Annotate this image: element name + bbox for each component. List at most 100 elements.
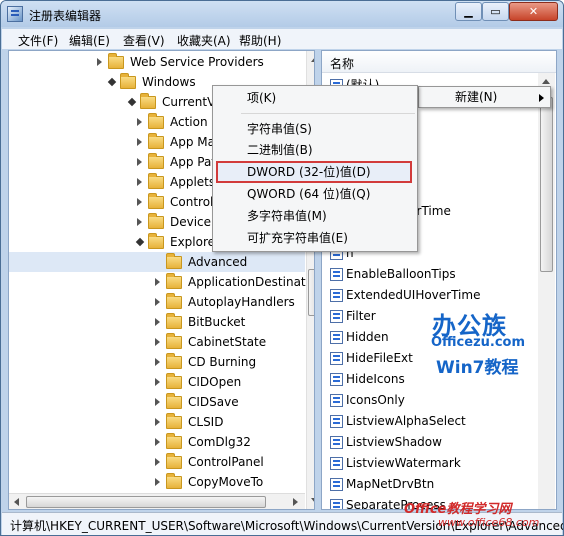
tree-node-label: Web Service Providers <box>130 55 264 69</box>
minimize-button[interactable]: ▁ <box>455 2 482 21</box>
collapse-icon[interactable] <box>107 77 117 87</box>
new-qword-item[interactable]: QWORD (64 位)值(Q) <box>247 184 370 204</box>
new-string-item[interactable]: 字符串值(S) <box>247 119 312 139</box>
folder-icon <box>166 333 182 349</box>
tree-node-label: CopyMoveTo <box>188 475 264 489</box>
tree-node[interactable]: Web Service Providers <box>9 52 305 72</box>
submenu-arrow-icon <box>539 94 544 102</box>
expand-icon[interactable] <box>155 278 160 286</box>
tree-node[interactable]: BitBucket <box>9 312 305 332</box>
scroll-up-icon[interactable] <box>311 57 314 62</box>
menu-view[interactable]: 查看(V) <box>123 32 165 49</box>
menu-favorites[interactable]: 收藏夹(A) <box>177 32 231 49</box>
list-item-label: HideIcons <box>346 372 405 386</box>
registry-value-icon <box>330 289 343 302</box>
context-menu-new[interactable]: 新建(N) <box>418 86 551 108</box>
expand-icon[interactable] <box>137 158 142 166</box>
folder-icon <box>148 213 164 229</box>
scroll-left-icon[interactable] <box>14 498 19 506</box>
menu-edit[interactable]: 编辑(E) <box>69 32 110 49</box>
scroll-right-icon[interactable] <box>293 498 298 506</box>
maximize-button[interactable]: ▭ <box>482 2 509 21</box>
expand-icon[interactable] <box>155 418 160 426</box>
collapse-icon[interactable] <box>135 237 145 247</box>
folder-icon <box>166 393 182 409</box>
tree-node-label: BitBucket <box>188 315 246 329</box>
folder-icon <box>166 413 182 429</box>
folder-icon <box>166 373 182 389</box>
watermark-tag: Win7教程 <box>436 353 519 378</box>
tree-node[interactable]: CIDOpen <box>9 372 305 392</box>
collapse-icon[interactable] <box>127 97 137 107</box>
tree-node-label: ComDlg32 <box>188 435 251 449</box>
expand-icon[interactable] <box>155 438 160 446</box>
tree-node[interactable]: CLSID <box>9 412 305 432</box>
close-button[interactable]: ✕ <box>509 2 558 21</box>
expand-icon[interactable] <box>155 378 160 386</box>
scroll-down-icon[interactable] <box>311 498 314 503</box>
expand-icon[interactable] <box>97 58 102 66</box>
list-item-label: ExtendedUIHoverTime <box>346 288 481 302</box>
tree-node[interactable]: ComDlg32 <box>9 432 305 452</box>
expand-icon[interactable] <box>137 178 142 186</box>
menu-help[interactable]: 帮助(H) <box>239 32 281 49</box>
list-header[interactable]: 名称 <box>322 51 556 73</box>
tree-node-label: CIDSave <box>188 395 239 409</box>
expand-icon[interactable] <box>137 218 142 226</box>
watermark-site: Officezu.com <box>431 335 526 350</box>
tree-node-label: ApplicationDestinations <box>188 275 314 289</box>
tree-node[interactable]: ControlPanel <box>9 452 305 472</box>
folder-icon <box>148 133 164 149</box>
list-vertical-scrollbar[interactable] <box>538 73 555 509</box>
expand-icon[interactable] <box>155 338 160 346</box>
registry-value-icon <box>330 310 343 323</box>
menu-file[interactable]: 文件(F) <box>18 32 58 49</box>
tree-node[interactable]: CIDSave <box>9 392 305 412</box>
expand-icon[interactable] <box>155 318 160 326</box>
registry-value-icon <box>330 352 343 365</box>
expand-icon[interactable] <box>155 478 160 486</box>
expand-icon[interactable] <box>155 358 160 366</box>
tree-node-label: CLSID <box>188 415 224 429</box>
registry-value-icon <box>330 457 343 470</box>
tree-node[interactable]: CabinetState <box>9 332 305 352</box>
tree-horizontal-scrollbar[interactable] <box>9 493 305 509</box>
list-item-label: ListviewWatermark <box>346 456 461 470</box>
new-multistring-item[interactable]: 多字符串值(M) <box>247 206 327 226</box>
tree-scroll-thumb[interactable] <box>308 269 314 316</box>
new-expandstring-item[interactable]: 可扩充字符串值(E) <box>247 228 348 248</box>
tree-node-label: AutoplayHandlers <box>188 295 295 309</box>
menu-separator <box>241 113 415 114</box>
registry-value-icon <box>330 331 343 344</box>
expand-icon[interactable] <box>155 398 160 406</box>
expand-icon[interactable] <box>155 298 160 306</box>
tree-node[interactable]: ApplicationDestinations <box>9 272 314 292</box>
tree-node[interactable]: CopyMoveTo <box>9 472 305 492</box>
new-binary-item[interactable]: 二进制值(B) <box>247 140 313 160</box>
folder-icon <box>166 453 182 469</box>
expand-icon[interactable] <box>137 198 142 206</box>
expand-icon[interactable] <box>137 138 142 146</box>
new-key-item[interactable]: 项(K) <box>247 88 276 108</box>
tree-hscroll-thumb[interactable] <box>26 496 266 508</box>
new-dword-item[interactable]: DWORD (32-位)值(D) <box>247 162 371 182</box>
title-bar[interactable]: 注册表编辑器 ▁ ▭ ✕ <box>1 1 563 27</box>
registry-value-icon <box>330 478 343 491</box>
context-new-label[interactable]: 新建(N) <box>455 87 497 107</box>
folder-icon <box>108 53 124 69</box>
tree-node[interactable]: Advanced <box>9 252 305 272</box>
registry-value-icon <box>330 268 343 281</box>
expand-icon[interactable] <box>155 458 160 466</box>
column-name-header[interactable]: 名称 <box>330 55 354 72</box>
tree-node-label: CabinetState <box>188 335 267 349</box>
folder-icon <box>148 113 164 129</box>
list-item-label: Filter <box>346 309 376 323</box>
regedit-window: 注册表编辑器 ▁ ▭ ✕ 文件(F) 编辑(E) 查看(V) 收藏夹(A) 帮助… <box>0 0 564 536</box>
tree-node-label: CD Burning <box>188 355 257 369</box>
expand-icon[interactable] <box>137 118 142 126</box>
watermark-footer-title: Office教程学习网 <box>404 502 512 517</box>
list-scroll-thumb[interactable] <box>540 97 553 272</box>
tree-node[interactable]: AutoplayHandlers <box>9 292 305 312</box>
tree-node[interactable]: CD Burning <box>9 352 305 372</box>
list-scroll-up-icon[interactable] <box>542 79 550 84</box>
